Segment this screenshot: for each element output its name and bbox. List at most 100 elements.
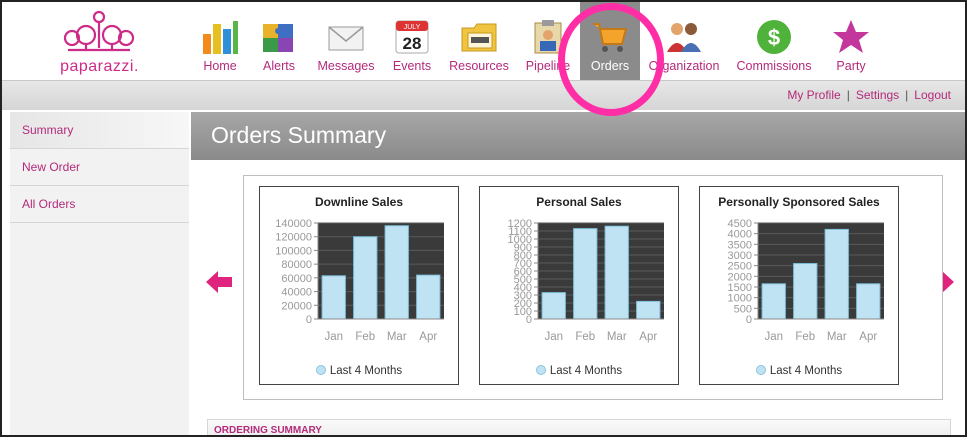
chart-card-downline: Downline Sales 0 20000 40000 60000 80000 1000… <box>259 186 459 385</box>
ordering-summary-panel: ORDERING SUMMARY <box>207 419 951 436</box>
nav-orders[interactable]: Orders <box>580 2 640 80</box>
shopping-cart-icon <box>593 23 628 52</box>
sponsored-sales-chart: 050010001500200025003000350040004500 Jan F… <box>728 218 884 343</box>
x-tick-label: Feb <box>795 331 815 343</box>
bar <box>416 274 441 320</box>
nav-events[interactable]: JULY 28 Events <box>389 2 435 80</box>
y-tick-label: 120000 <box>275 232 312 244</box>
bar-chart-icon <box>203 21 238 54</box>
bar <box>856 283 881 320</box>
y-tick-label: 4500 <box>728 218 752 230</box>
x-tick-label: Mar <box>607 331 627 343</box>
chart-title: Personal Sales <box>536 195 622 209</box>
ordering-summary-heading: ORDERING SUMMARY <box>214 425 322 436</box>
x-tick-label: Feb <box>575 331 595 343</box>
x-tick-label: Apr <box>859 331 877 343</box>
chart-legend: Last 4 Months <box>260 365 458 377</box>
sidebar-item-new-order[interactable]: New Order <box>10 149 189 186</box>
nav-alerts[interactable]: Alerts <box>256 2 302 80</box>
y-tick-label: 2500 <box>728 261 752 273</box>
legend-label: Last 4 Months <box>769 365 843 377</box>
nav-messages[interactable]: Messages <box>314 2 378 80</box>
chart-card-personal: Personal Sales 0 100 200 300 400 500 600 700 800… <box>479 186 679 385</box>
chart-title: Downline Sales <box>314 195 404 209</box>
legend-label: Last 4 Months <box>329 365 403 377</box>
utility-bar: My Profile | Settings | Logout <box>2 80 965 110</box>
separator: | <box>846 88 850 102</box>
brand-logo[interactable]: paparazzi. <box>42 8 157 78</box>
personal-sales-chart: 0100200300400500600700800900100011001200… <box>508 218 664 343</box>
bar <box>604 225 629 320</box>
y-tick-label: 1200 <box>508 218 532 230</box>
calendar-day: 28 <box>403 34 422 53</box>
nav-label: Events <box>392 59 432 73</box>
y-tick-label: 2000 <box>728 271 752 283</box>
y-tick-label: 140000 <box>275 218 312 230</box>
y-tick-label: 20000 <box>281 300 312 312</box>
downline-sales-chart: 0 2000040000 60000 80000 100000120000 140000 J… <box>275 218 444 343</box>
nav-label: Alerts <box>263 59 295 73</box>
bar <box>793 263 818 320</box>
envelope-icon <box>328 26 364 51</box>
y-tick-label: 1000 <box>728 293 752 305</box>
nav-home[interactable]: Home <box>199 2 241 80</box>
carousel-prev-button[interactable] <box>205 269 233 300</box>
nav-resources[interactable]: Resources <box>446 2 512 80</box>
folder-icon <box>461 23 497 52</box>
y-tick-label: 3500 <box>728 239 752 251</box>
page-title-bar: Orders Summary <box>191 112 965 160</box>
chart-legend: Last 4 Months <box>700 365 898 377</box>
legend-label: Last 4 Months <box>549 365 623 377</box>
y-tick-label: 3000 <box>728 250 752 262</box>
utility-links: My Profile | Settings | Logout <box>787 88 951 102</box>
nav-commissions[interactable]: $ Commissions <box>730 2 818 80</box>
x-tick-label: Mar <box>387 331 407 343</box>
calendar-icon: JULY 28 <box>395 20 429 54</box>
nav-label: Commissions <box>736 59 812 73</box>
y-tick-label: 100000 <box>275 245 312 257</box>
bar <box>824 228 849 320</box>
calendar-month: JULY <box>404 24 421 31</box>
x-tick-label: Jan <box>764 331 783 343</box>
page-title: Orders Summary <box>211 122 387 148</box>
dollar-symbol: $ <box>768 25 780 50</box>
nav-label: Pipeline <box>525 59 571 73</box>
nav-label: Orders <box>590 59 630 73</box>
chart-legend: Last 4 Months <box>480 365 678 377</box>
logout-link[interactable]: Logout <box>914 88 951 102</box>
sidebar: Summary New Order All Orders <box>10 112 189 435</box>
bar <box>353 236 378 320</box>
bar <box>321 275 346 320</box>
x-tick-label: Apr <box>419 331 437 343</box>
people-icon <box>667 23 701 52</box>
legend-swatch <box>755 365 766 375</box>
y-tick-label: 0 <box>746 314 752 326</box>
y-tick-label: 40000 <box>281 287 312 299</box>
sidebar-item-all-orders[interactable]: All Orders <box>10 186 189 223</box>
dollar-icon: $ <box>757 20 791 54</box>
settings-link[interactable]: Settings <box>856 88 899 102</box>
y-tick-label: 0 <box>306 314 312 326</box>
bar <box>573 228 598 320</box>
header: paparazzi. Home Alerts Messages JULY 28 … <box>2 2 965 80</box>
x-tick-label: Jan <box>324 331 343 343</box>
puzzle-icon <box>263 24 293 52</box>
nav-label: Home <box>203 59 237 73</box>
my-profile-link[interactable]: My Profile <box>787 88 840 102</box>
chart-title: Personally Sponsored Sales <box>718 195 880 209</box>
nav-party[interactable]: Party <box>830 2 872 80</box>
separator: | <box>905 88 909 102</box>
nav-label: Party <box>836 59 866 73</box>
sidebar-item-summary[interactable]: Summary <box>10 112 189 149</box>
nav-pipeline[interactable]: Pipeline <box>522 2 574 80</box>
bar <box>636 300 661 320</box>
charts-carousel: Downline Sales 0 20000 40000 60000 80000 1000… <box>243 175 943 400</box>
x-tick-label: Mar <box>827 331 847 343</box>
nav-organization[interactable]: Organization <box>645 2 723 80</box>
y-tick-label: 500 <box>734 303 752 315</box>
nav-label: Messages <box>317 59 375 73</box>
nav-label: Resources <box>449 59 509 73</box>
arrow-left-icon <box>206 271 232 293</box>
brand-name: paparazzi. <box>60 58 139 75</box>
legend-swatch <box>535 365 546 375</box>
